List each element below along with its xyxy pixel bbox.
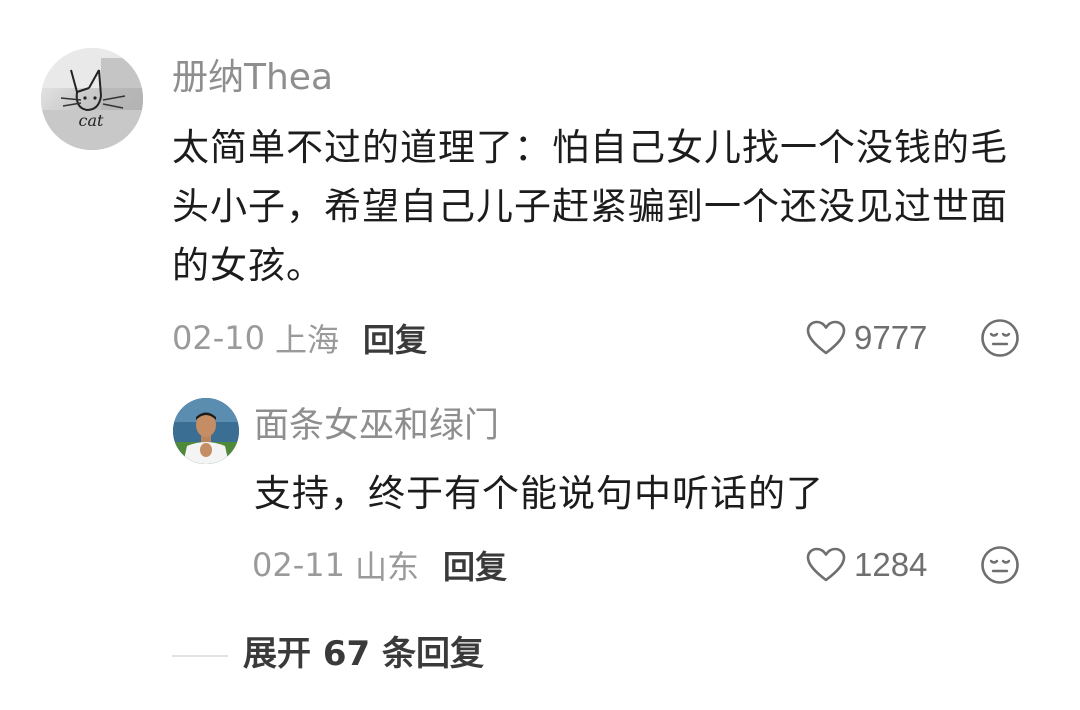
football-player-avatar-icon (173, 398, 239, 464)
cat-sketch-avatar-icon: cat (41, 48, 143, 150)
reply-like-count: 1284 (854, 546, 928, 583)
comment-avatar[interactable]: cat (41, 48, 143, 150)
comment-content-line: 的女孩。 (172, 244, 324, 287)
reply-date: 02-11 (252, 546, 345, 584)
reply-avatar[interactable] (173, 398, 239, 464)
comment-author[interactable]: 册纳Thea (172, 56, 333, 100)
heart-outline-icon (806, 320, 846, 355)
reply-dislike-button[interactable] (980, 545, 1020, 585)
comment-like-button[interactable]: 9777 (806, 316, 927, 360)
heart-outline-icon (806, 547, 846, 582)
reply-content: 支持，终于有个能说句中听话的了 (254, 472, 824, 515)
comment-location: 上海 (274, 321, 339, 359)
comment-meta: 02-10 上海 回复 (172, 316, 427, 360)
reply-location: 山东 (354, 548, 419, 586)
expand-replies-button[interactable]: 展开 67 条回复 (243, 632, 484, 676)
reply-meta: 02-11 山东 回复 (252, 543, 507, 587)
comment-reply-button[interactable]: 回复 (363, 315, 427, 361)
reply-like-button[interactable]: 1284 (806, 543, 927, 587)
svg-text:cat: cat (79, 111, 105, 130)
reply-reply-button[interactable]: 回复 (443, 542, 507, 588)
comment-dislike-button[interactable] (980, 318, 1020, 358)
sad-face-icon (981, 319, 1019, 357)
comment-content-line: 头小子，希望自己儿子赶紧骗到一个还没见过世面 (172, 185, 1008, 228)
reply-author[interactable]: 面条女巫和绿门 (254, 404, 499, 448)
comment-content: 太简单不过的道理了：怕自己女儿找一个没钱的毛 头小子，希望自己儿子赶紧骗到一个还… (172, 118, 1042, 295)
expand-divider (172, 655, 228, 657)
comment-like-count: 9777 (854, 319, 928, 356)
sad-face-icon (981, 546, 1019, 584)
comment-date: 02-10 (172, 319, 265, 357)
comment-content-line: 太简单不过的道理了：怕自己女儿找一个没钱的毛 (172, 126, 1008, 169)
